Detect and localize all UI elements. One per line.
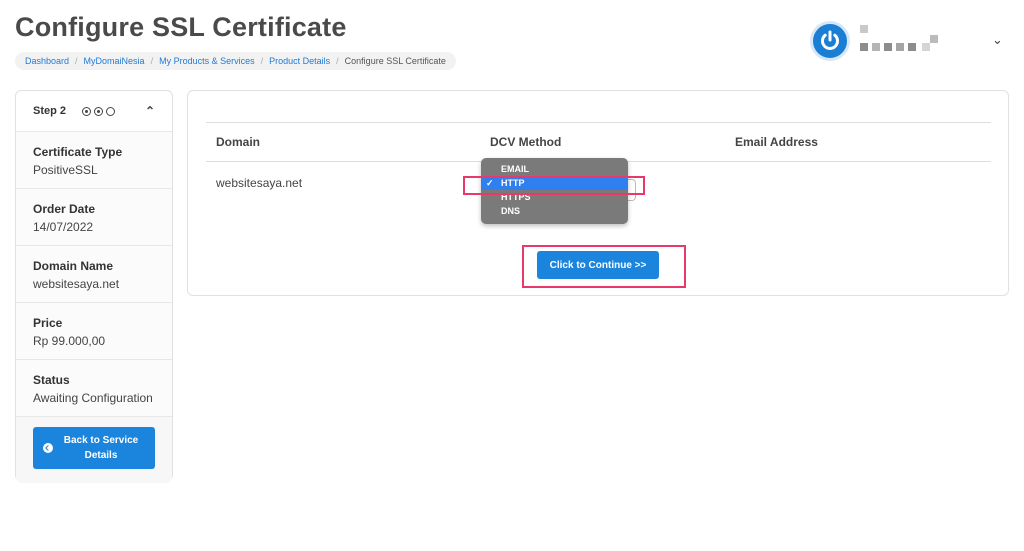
info-value: 14/07/2022 [33, 220, 94, 234]
page-root: Configure SSL Certificate Dashboard / My… [0, 0, 1024, 551]
breadcrumb-dashboard[interactable]: Dashboard [25, 56, 69, 66]
avatar[interactable] [810, 21, 850, 61]
blurred-username [922, 43, 930, 51]
order-date-block: Order Date 14/07/2022 [16, 189, 172, 246]
user-menu[interactable]: ⌄ [810, 20, 1010, 61]
row-domain-value: websitesaya.net [216, 176, 303, 190]
blurred-username [930, 35, 938, 43]
breadcrumb: Dashboard / MyDomaiNesia / My Products &… [15, 52, 456, 70]
annotation-highlight-continue [522, 245, 686, 288]
blurred-username [884, 43, 892, 51]
column-header-domain: Domain [216, 135, 261, 149]
chevron-up-icon[interactable]: ⌃ [145, 104, 155, 118]
breadcrumb-separator: / [336, 56, 339, 66]
breadcrumb-mydomainesia[interactable]: MyDomaiNesia [84, 56, 145, 66]
divider [206, 122, 991, 123]
page-title: Configure SSL Certificate [15, 12, 347, 42]
power-icon [821, 30, 839, 50]
info-label: Status [33, 373, 70, 387]
back-button-line2: Details [84, 450, 118, 461]
domain-name-block: Domain Name websitesaya.net [16, 246, 172, 303]
step-dot-pending [106, 106, 116, 116]
chevron-down-icon[interactable]: ⌄ [992, 32, 1003, 48]
arrow-left-circle-icon [43, 443, 53, 453]
blurred-username [872, 43, 880, 51]
info-label: Certificate Type [33, 145, 123, 159]
breadcrumb-separator: / [260, 56, 264, 66]
back-button-line1: Back to Service [63, 435, 139, 446]
status-block: Status Awaiting Configuration [16, 360, 172, 417]
certificate-type-block: Certificate Type PositiveSSL [16, 132, 172, 189]
step-label: Step 2 [33, 105, 67, 117]
back-to-service-details-button[interactable]: Back to Service Details [33, 427, 155, 469]
info-label: Order Date [33, 202, 96, 216]
info-value: PositiveSSL [33, 163, 98, 177]
step-indicator[interactable]: Step 2 ⌃ [16, 91, 172, 132]
dcv-option-email[interactable]: EMAIL [481, 162, 628, 176]
breadcrumb-products-services[interactable]: My Products & Services [159, 56, 255, 66]
blurred-username [860, 43, 868, 51]
column-header-email: Email Address [735, 135, 818, 149]
blurred-username [860, 25, 868, 33]
status-value: Awaiting Configuration [33, 391, 153, 405]
breadcrumb-product-details[interactable]: Product Details [269, 56, 330, 66]
annotation-highlight-http [463, 176, 645, 195]
blurred-username [896, 43, 904, 51]
breadcrumb-separator: / [150, 56, 154, 66]
column-header-dcv-method: DCV Method [490, 135, 562, 149]
info-value: Rp 99.000,00 [33, 334, 106, 348]
breadcrumb-current: Configure SSL Certificate [344, 56, 446, 66]
back-button-label: Back to Service Details [53, 433, 149, 463]
dcv-option-dns[interactable]: DNS [481, 204, 628, 218]
info-label: Price [33, 316, 63, 330]
info-value: websitesaya.net [33, 277, 120, 291]
step-dot-done [82, 106, 92, 116]
step-dot-current [94, 106, 104, 116]
step-progress-dots [82, 106, 116, 116]
price-block: Price Rp 99.000,00 [16, 303, 172, 360]
breadcrumb-separator: / [75, 56, 78, 66]
dcv-config-card: Domain DCV Method Email Address websites… [187, 90, 1009, 296]
blurred-username [908, 43, 916, 51]
back-button-area: Back to Service Details [16, 417, 172, 483]
info-label: Domain Name [33, 259, 114, 273]
order-summary-sidebar: Step 2 ⌃ Certificate Type PositiveSSL Or… [15, 90, 173, 483]
